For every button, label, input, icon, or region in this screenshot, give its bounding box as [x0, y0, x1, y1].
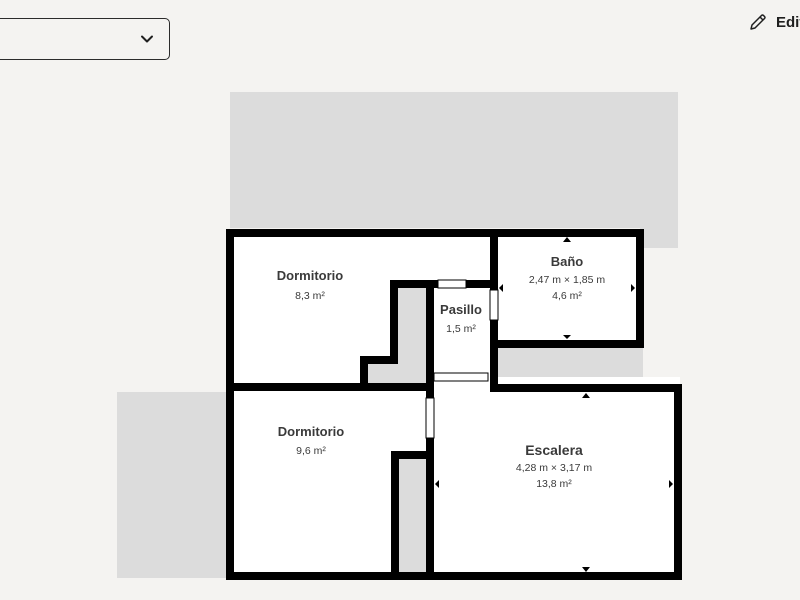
room-name: Dormitorio: [277, 424, 345, 439]
outdoor-area-top: [230, 92, 678, 228]
door-bano: [489, 289, 499, 321]
chevron-down-icon: [141, 35, 153, 43]
edit-button[interactable]: Edit: [748, 10, 800, 34]
room-dimensions: 4,28 m × 3,17 m: [515, 462, 593, 474]
outdoor-area-right: [640, 218, 678, 248]
door-pasillo-top: [437, 279, 467, 289]
door-escalera: [433, 372, 489, 382]
room-area: 1,5 m²: [446, 323, 476, 335]
edit-label: Edit: [776, 13, 800, 31]
pencil-icon: [750, 14, 766, 30]
floor-select[interactable]: [0, 18, 170, 60]
room-area: 4,6 m²: [552, 290, 582, 302]
room-name: Pasillo: [440, 302, 482, 317]
room-name: Escalera: [525, 442, 583, 458]
room-area: 9,6 m²: [296, 445, 326, 457]
room-area: 8,3 m²: [295, 290, 325, 302]
room-dimensions: 2,47 m × 1,85 m: [528, 274, 606, 286]
outdoor-area-left: [117, 392, 230, 578]
room-name: Baño: [550, 254, 584, 269]
floorplan: [117, 92, 682, 580]
room-name: Dormitorio: [276, 268, 344, 283]
door-dormitorio-lower: [425, 397, 435, 439]
floorplan-page: Dormitorio 8,3 m² Baño 2,47 m × 1,85 m 4…: [0, 0, 800, 600]
room-area: 13,8 m²: [536, 478, 572, 490]
